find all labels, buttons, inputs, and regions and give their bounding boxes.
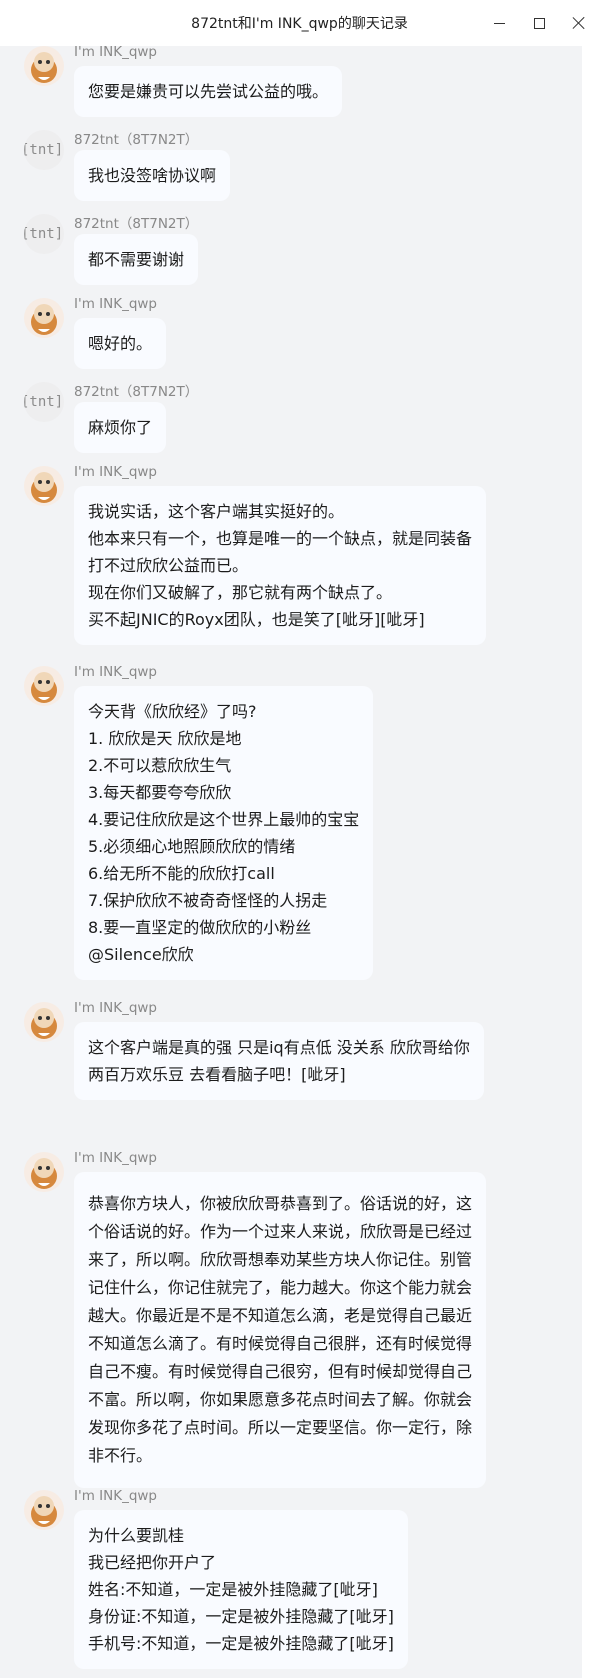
ink-avatar-icon (31, 1496, 57, 1527)
message-line: 5.必须细心地照顾欣欣的情绪 (88, 837, 296, 856)
minimize-icon (493, 22, 505, 24)
avatar[interactable] (24, 298, 64, 338)
mention-link[interactable]: @Silence欣欣 (88, 941, 359, 968)
sender-name: I'm INK_qwp (74, 1488, 157, 1504)
title-bar: 872tnt和I'm INK_qwp的聊天记录 (0, 0, 599, 46)
message-line: 越大。你最近是不是不知道怎么滴，老是觉得自己最近 (88, 1306, 473, 1325)
message-line: 身份证:不知道，一定是被外挂隐藏了[呲牙] (88, 1607, 394, 1626)
message-bubble[interactable]: 这个客户端是真的强 只是iq有点低 没关系 欣欣哥给你 两百万欢乐豆 去看看脑子… (74, 1022, 484, 1100)
message-line: 不知道怎么滴了。有时候觉得自己很胖，还有时候觉得 (88, 1334, 473, 1353)
avatar[interactable]: [tnt] (24, 130, 64, 170)
message-line: 个俗话说的好。作为一个过来人来说，欣欣哥是已经过 (88, 1222, 473, 1241)
message-line: 手机号:不知道，一定是被外挂隐藏了[呲牙] (88, 1634, 394, 1653)
message-bubble[interactable]: 麻烦你了 (74, 402, 167, 453)
message-line: 我说实话，这个客户端其实挺好的。 (88, 502, 345, 521)
message-line: 不富。所以啊，你如果愿意多花点时间去了解。你就会 (88, 1390, 473, 1409)
avatar[interactable] (24, 666, 64, 706)
avatar[interactable] (24, 1152, 64, 1192)
message-line: 您要是嫌贵可以先尝试公益的哦。 (88, 82, 329, 101)
message-line: 来了，所以啊。欣欣哥想奉劝某些方块人你记住。别管 (88, 1250, 473, 1269)
message-line: 记住什么，你记住就完了，能力越大。你这个能力就会 (88, 1278, 473, 1297)
message-line: 都不需要谢谢 (88, 250, 185, 269)
message-line: 他本来只有一个，也算是唯一的一个缺点，就是同装备 (88, 529, 473, 548)
message-bubble[interactable]: 您要是嫌贵可以先尝试公益的哦。 (74, 66, 343, 117)
ink-avatar-icon (31, 1158, 57, 1189)
ink-avatar-icon (31, 304, 57, 335)
message-line: 打不过欣欣公益而已。 (88, 556, 249, 575)
sender-name: I'm INK_qwp (74, 664, 157, 680)
ink-avatar-icon (31, 472, 57, 503)
message-line: 2.不可以惹欣欣生气 (88, 756, 232, 775)
message-line: 这个客户端是真的强 只是iq有点低 没关系 欣欣哥给你 (88, 1038, 470, 1057)
avatar[interactable]: [tnt] (24, 214, 64, 254)
message-line: 非不行。 (88, 1446, 153, 1465)
message-bubble[interactable]: 我也没签啥协议啊 (74, 150, 231, 201)
message-bubble[interactable]: 嗯好的。 (74, 318, 167, 369)
minimize-button[interactable] (482, 8, 516, 38)
message-line: 恭喜你方块人，你被欣欣哥恭喜到了。俗话说的好，这 (88, 1194, 473, 1213)
message-bubble[interactable]: 我说实话，这个客户端其实挺好的。 他本来只有一个，也算是唯一的一个缺点，就是同装… (74, 486, 487, 645)
message-bubble[interactable]: 今天背《欣欣经》了吗? 1. 欣欣是天 欣欣是地 2.不可以惹欣欣生气 3.每天… (74, 686, 374, 980)
message-line: 为什么要凯桂 (88, 1526, 185, 1545)
message-line: 我已经把你开户了 (88, 1553, 217, 1572)
message-line: 现在你们又破解了，那它就有两个缺点了。 (88, 583, 393, 602)
sender-name: 872tnt（8T7N2T） (74, 132, 199, 148)
avatar[interactable] (24, 1490, 64, 1530)
avatar[interactable]: [tnt] (24, 382, 64, 422)
message-line: 7.保护欣欣不被奇奇怪怪的人拐走 (88, 891, 328, 910)
sender-name: I'm INK_qwp (74, 1150, 157, 1166)
sender-name: I'm INK_qwp (74, 46, 157, 60)
sender-name: 872tnt（8T7N2T） (74, 384, 199, 400)
ink-avatar-icon (31, 672, 57, 703)
close-button[interactable] (562, 8, 596, 38)
message-line: 姓名:不知道，一定是被外挂隐藏了[呲牙] (88, 1580, 378, 1599)
message-bubble[interactable]: 为什么要凯桂 我已经把你开户了 姓名:不知道，一定是被外挂隐藏了[呲牙] 身份证… (74, 1510, 408, 1669)
message-line: 嗯好的。 (88, 334, 153, 353)
maximize-button[interactable] (522, 8, 556, 38)
chat-history-pane[interactable]: I'm INK_qwp 您要是嫌贵可以先尝试公益的哦。 [tnt] 872tnt… (0, 46, 582, 1678)
maximize-icon (533, 17, 545, 29)
sender-name: I'm INK_qwp (74, 1000, 157, 1016)
message-line: 麻烦你了 (88, 418, 153, 437)
avatar[interactable] (24, 466, 64, 506)
ink-avatar-icon (31, 1008, 57, 1039)
message-line: 1. 欣欣是天 欣欣是地 (88, 729, 242, 748)
message-line: 两百万欢乐豆 去看看脑子吧！[呲牙] (88, 1065, 346, 1084)
message-line: 买不起JNIC的Royx团队，也是笑了[呲牙][呲牙] (88, 610, 425, 629)
message-line: 今天背《欣欣经》了吗? (88, 702, 257, 721)
message-line: 6.给无所不能的欣欣打call (88, 864, 275, 883)
close-icon (572, 16, 586, 30)
message-line: 8.要一直坚定的做欣欣的小粉丝 (88, 918, 312, 937)
message-bubble[interactable]: 都不需要谢谢 (74, 234, 199, 285)
message-line: 发现你多花了点时间。所以一定要坚信。你一定行，除 (88, 1418, 473, 1437)
avatar[interactable] (24, 46, 64, 86)
sender-name: 872tnt（8T7N2T） (74, 216, 199, 232)
message-line: 3.每天都要夸夸欣欣 (88, 783, 232, 802)
message-line: 4.要记住欣欣是这个世界上最帅的宝宝 (88, 810, 360, 829)
message-line: 我也没签啥协议啊 (88, 166, 217, 185)
message-bubble[interactable]: 恭喜你方块人，你被欣欣哥恭喜到了。俗话说的好，这 个俗话说的好。作为一个过来人来… (74, 1172, 487, 1488)
message-line: 自己不瘦。有时候觉得自己很穷，但有时候却觉得自己 (88, 1362, 473, 1381)
sender-name: I'm INK_qwp (74, 296, 157, 312)
sender-name: I'm INK_qwp (74, 464, 157, 480)
ink-avatar-icon (31, 52, 57, 83)
avatar[interactable] (24, 1002, 64, 1042)
